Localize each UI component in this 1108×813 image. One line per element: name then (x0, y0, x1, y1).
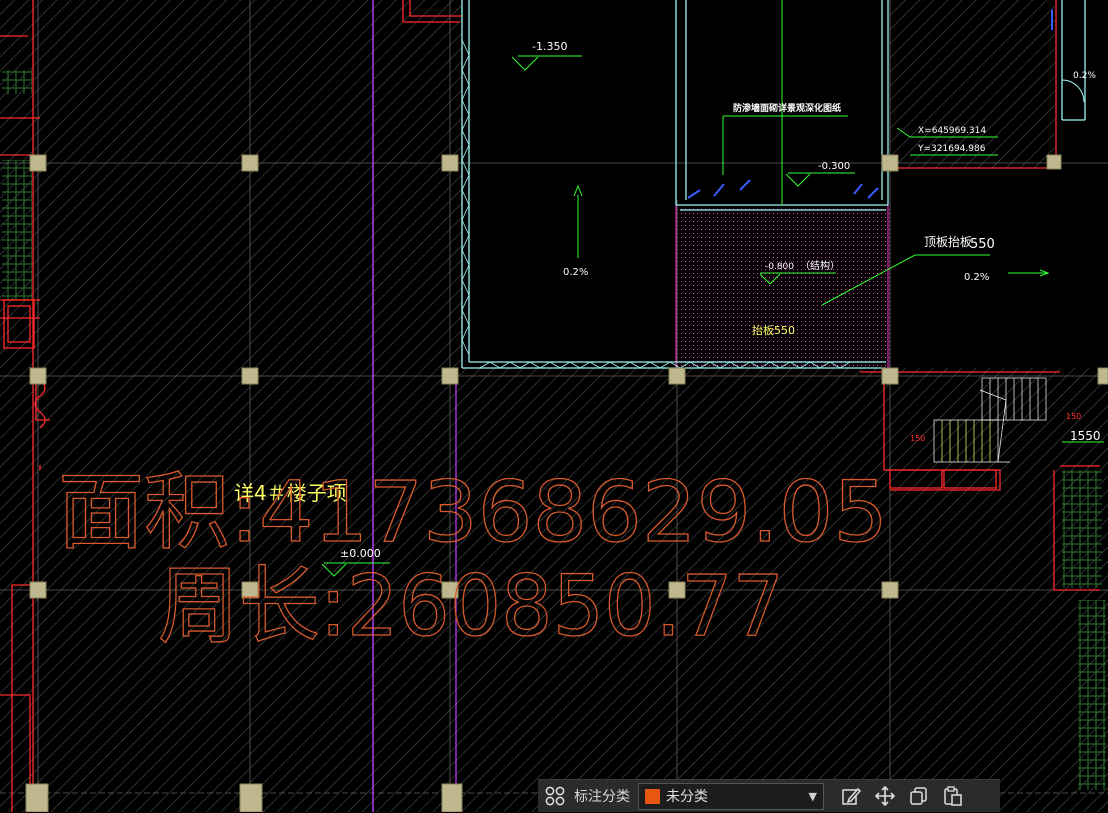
grid-menu-button[interactable] (538, 780, 572, 813)
category-label: 标注分类 (574, 789, 630, 805)
perimeter-readout: 周长:260850.77 (158, 557, 784, 655)
header-note: 防渗墙面砌详景观深化图纸 (733, 102, 841, 114)
coord-y: Y=321694.986 (917, 144, 986, 154)
dim-150b: 150 (910, 434, 925, 443)
category-value: 未分类 (666, 789, 708, 805)
dim-1550: 1550 (1070, 429, 1101, 443)
roof-slab-label: 顶板抬板 (924, 235, 972, 249)
category-select[interactable]: 未分类 ▼ (638, 782, 824, 810)
hatch-regions (0, 0, 1108, 812)
slope-label-a: 0.2% (563, 267, 588, 278)
elev-label-minus300: -0.300 (818, 161, 850, 172)
slope-label-b: 0.2% (964, 272, 989, 283)
roof-slab-value: 550 (970, 237, 995, 252)
edit-button[interactable] (834, 780, 868, 813)
cad-drawing-canvas[interactable]: -1.350 防渗墙面砌详景观深化图纸 -0.300 0.2% -0.800 （… (0, 0, 1108, 812)
slope-label-c: 0.2% (1073, 71, 1096, 81)
lift-slab-label: 抬板550 (752, 323, 795, 337)
move-icon (874, 785, 896, 807)
coord-x: X=645969.314 (918, 126, 986, 136)
category-color-swatch (645, 788, 660, 804)
struct-note: （结构） (800, 259, 840, 272)
paste-icon (944, 786, 962, 806)
elev-label-minus800: -0.800 (765, 262, 794, 272)
edit-icon (842, 787, 862, 805)
dim-150a: 150 (1066, 412, 1081, 421)
area-readout: 面积:417368629.05 (58, 463, 888, 561)
annotation-toolbar: 标注分类 未分类 ▼ (538, 779, 1000, 812)
copy-button[interactable] (902, 780, 936, 813)
chevron-down-icon: ▼ (808, 789, 817, 803)
door-swing (1061, 79, 1085, 103)
elev-label-top: -1.350 (532, 40, 567, 53)
move-button[interactable] (868, 780, 902, 813)
grid-menu-icon (545, 786, 565, 806)
measurement-readout: 面积:417368629.05 周长:260850.77 (57, 462, 888, 655)
copy-icon (910, 787, 927, 805)
paste-button[interactable] (936, 780, 970, 813)
